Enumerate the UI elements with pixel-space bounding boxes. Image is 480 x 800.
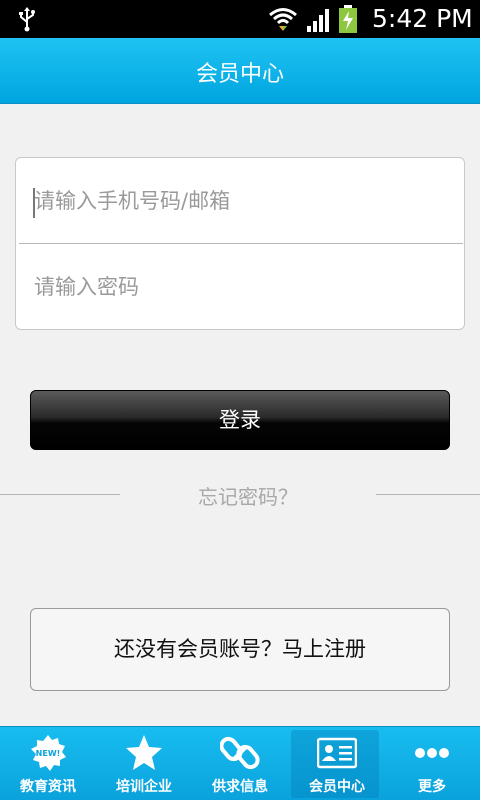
login-form-card — [15, 157, 465, 330]
more-dots-icon — [415, 748, 449, 758]
phone-field-wrapper — [16, 158, 464, 243]
nav-label: 培训企业 — [116, 779, 172, 795]
signal-icon — [307, 9, 329, 32]
nav-item-news[interactable]: NEW! 教育资讯 — [0, 727, 96, 800]
svg-text:NEW!: NEW! — [36, 749, 61, 758]
star-icon — [126, 735, 162, 770]
password-field-wrapper — [16, 244, 464, 329]
nav-label: 供求信息 — [212, 779, 268, 795]
divider-right — [376, 494, 480, 495]
member-card-icon — [317, 737, 357, 769]
divider-left — [0, 494, 120, 495]
nav-item-supply[interactable]: 供求信息 — [192, 727, 288, 800]
text-cursor — [33, 188, 35, 218]
page-title: 会员中心 — [195, 62, 284, 87]
bottom-nav: NEW! 教育资讯 培训企业 供求信息 会员中心 更多 — [0, 726, 480, 800]
nav-label: 教育资讯 — [20, 779, 76, 795]
app-header: 会员中心 — [0, 38, 480, 104]
status-bar: 5:42 PM — [0, 0, 480, 38]
battery-charging-icon — [339, 5, 357, 33]
wifi-icon — [269, 8, 297, 31]
forgot-password-link[interactable]: 忘记密码？ — [120, 481, 376, 510]
usb-icon — [19, 7, 35, 32]
login-button[interactable]: 登录 — [30, 390, 450, 450]
nav-item-more[interactable]: 更多 — [384, 727, 480, 800]
register-button[interactable]: 还没有会员账号？马上注册 — [30, 608, 450, 691]
nav-label: 更多 — [418, 779, 446, 795]
nav-item-training[interactable]: 培训企业 — [96, 727, 192, 800]
nav-label: 会员中心 — [309, 779, 365, 795]
link-icon — [220, 736, 260, 770]
password-input[interactable] — [16, 244, 464, 329]
new-badge-icon: NEW! — [31, 735, 66, 771]
status-time: 5:42 PM — [372, 4, 473, 33]
nav-item-member[interactable]: 会员中心 — [289, 727, 385, 800]
phone-email-input[interactable] — [16, 158, 464, 243]
